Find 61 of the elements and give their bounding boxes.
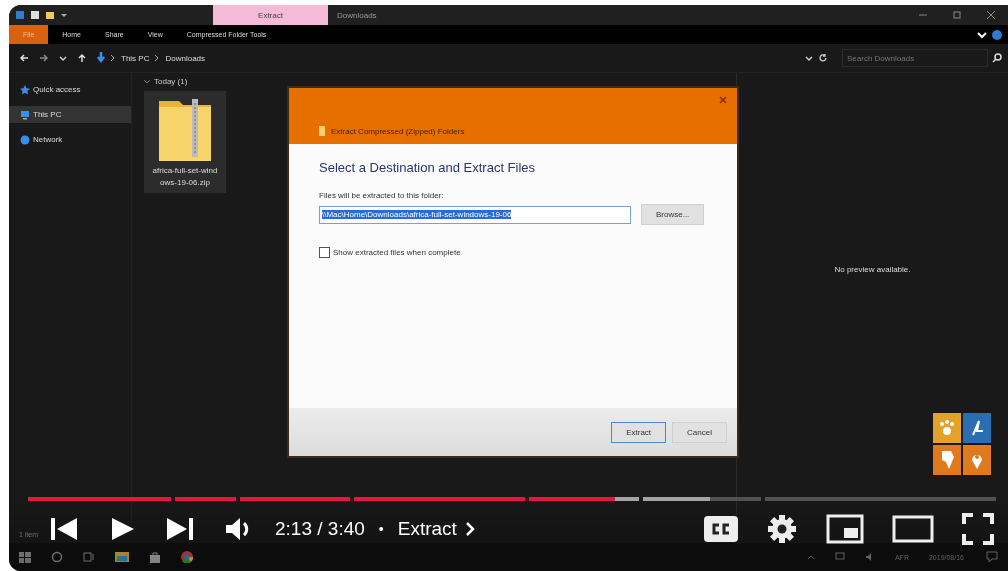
breadcrumb-item[interactable]: This PC	[121, 53, 150, 63]
download-arrow-icon	[97, 52, 105, 64]
address-field[interactable]: This PC Downloads	[97, 49, 832, 67]
restore-icon[interactable]	[952, 10, 962, 20]
path-field[interactable]: \\Mac\Home\Downloads\africa-full-set-windows-19-06	[319, 205, 631, 224]
field-label: Files will be extracted to this folder:	[319, 191, 445, 200]
up-arrow-icon[interactable]	[77, 53, 87, 63]
sidebar-item[interactable]: Quick access	[9, 81, 131, 98]
sidebar-item[interactable]: Network	[9, 131, 131, 148]
zip-folder-icon	[319, 126, 325, 136]
breadcrumb-item[interactable]: Downloads	[165, 53, 206, 63]
context-tab-header: Extract	[213, 5, 328, 25]
time-display: 2:13 / 3:40	[275, 518, 365, 540]
group-header: Today (1)	[154, 77, 188, 86]
fullscreen-icon[interactable]	[962, 513, 994, 545]
checkbox[interactable]	[319, 247, 330, 258]
chevron-down-icon[interactable]	[59, 53, 67, 63]
search-field[interactable]: Search Downloads	[842, 49, 988, 67]
close-icon[interactable]	[986, 10, 996, 20]
chapter-link[interactable]: Extract	[397, 518, 475, 540]
dialog-heading: Select a Destination and Extract Files	[319, 160, 537, 175]
computer-icon	[20, 109, 30, 120]
file-item[interactable]: africa-full-set-windows-19-06.zip	[144, 91, 226, 193]
subtitles-icon[interactable]	[704, 516, 738, 542]
shopping-bag-icon[interactable]	[149, 551, 161, 563]
settings-icon[interactable]	[766, 513, 798, 545]
chevron-down-icon[interactable]	[976, 29, 988, 40]
star-icon	[20, 84, 30, 95]
miniplayer-icon[interactable]	[826, 514, 864, 544]
window-title: Downloads	[337, 10, 377, 20]
close-icon[interactable]	[719, 96, 727, 104]
task-view-icon[interactable]	[83, 551, 95, 563]
separator-dot: •	[378, 521, 384, 537]
preview-message: No preview available.	[834, 264, 911, 274]
chevron-up-icon[interactable]	[806, 554, 815, 560]
chevron-right-icon	[110, 54, 116, 62]
forward-arrow-icon[interactable]	[39, 53, 49, 63]
app-icon	[15, 10, 25, 20]
browser-icon[interactable]	[181, 551, 193, 563]
dialog-title: Extract Compressed (Zipped) Folders	[331, 126, 465, 136]
chevron-right-icon	[154, 54, 161, 62]
chevron-down-icon[interactable]	[805, 53, 813, 63]
folder-icon[interactable]	[115, 551, 129, 563]
search-icon	[992, 53, 1002, 63]
search-circle-icon[interactable]	[51, 551, 63, 563]
zip-folder-icon	[159, 97, 211, 161]
dialog-button[interactable]: Extract	[611, 421, 667, 443]
channel-logo-icon	[933, 413, 991, 475]
browse-button[interactable]: Browse...	[641, 204, 705, 225]
theater-mode-icon[interactable]	[892, 514, 934, 544]
dialog-button[interactable]: Cancel	[672, 421, 727, 443]
checkbox-label: Show extracted files when complete	[333, 248, 461, 257]
refresh-icon[interactable]	[818, 53, 828, 63]
properties-icon[interactable]	[30, 10, 40, 20]
notification-icon[interactable]	[986, 551, 998, 563]
sidebar-item[interactable]: This PC	[9, 106, 131, 123]
windows-logo-icon[interactable]	[19, 551, 31, 563]
chevron-right-icon	[464, 521, 475, 537]
folder-icon[interactable]	[45, 10, 55, 20]
back-arrow-icon[interactable]	[19, 53, 29, 63]
progress-bar[interactable]	[28, 497, 996, 501]
